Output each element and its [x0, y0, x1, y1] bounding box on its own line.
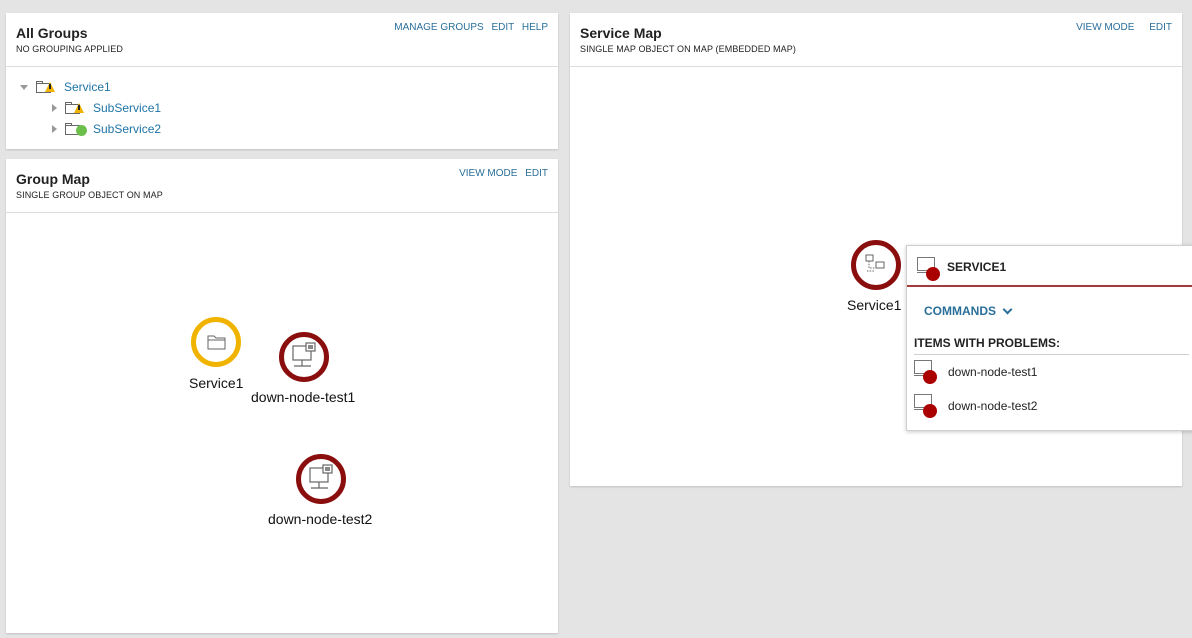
problem-item-label[interactable]: down-node-test1 [948, 365, 1037, 379]
commands-label[interactable]: COMMANDS [924, 304, 996, 318]
node-popup: SERVICE1 COMMANDS ITEMS WITH PROBLEMS: d… [906, 245, 1192, 431]
node-down-icon [917, 257, 940, 281]
computer-node-icon [309, 464, 333, 489]
popup-header: SERVICE1 [907, 246, 1192, 287]
widget-subtitle: SINGLE GROUP OBJECT ON MAP [16, 190, 163, 200]
folder-warning-icon [65, 102, 84, 114]
tree-item-label[interactable]: SubService2 [93, 122, 161, 136]
map-node-service1[interactable] [191, 317, 241, 367]
problem-item[interactable]: down-node-test2 [914, 394, 1037, 418]
problem-item-label[interactable]: down-node-test2 [948, 399, 1037, 413]
map-node-down-node-test2[interactable] [296, 454, 346, 504]
widget-links: MANAGE GROUPS EDIT HELP [389, 22, 548, 33]
node-down-icon [914, 360, 937, 384]
widget-header: Service Map SINGLE MAP OBJECT ON MAP (EM… [570, 13, 1182, 67]
map-node-label: Service1 [847, 297, 902, 313]
map-node-label: Service1 [189, 375, 244, 391]
node-down-icon [914, 394, 937, 418]
edit-link[interactable]: EDIT [491, 22, 514, 33]
edit-link[interactable]: EDIT [525, 168, 548, 179]
widget-subtitle: SINGLE MAP OBJECT ON MAP (EMBEDDED MAP) [580, 44, 796, 54]
tree-item-label[interactable]: Service1 [64, 80, 111, 94]
widget-links: VIEW MODE EDIT [1071, 22, 1172, 33]
help-link[interactable]: HELP [522, 22, 548, 33]
view-mode-link[interactable]: VIEW MODE [459, 168, 517, 179]
map-node-label: down-node-test2 [268, 511, 373, 527]
widget-header: All Groups NO GROUPING APPLIED MANAGE GR… [6, 13, 558, 67]
divider [914, 354, 1189, 355]
folder-warning-icon [36, 81, 55, 93]
tree-item-subservice2[interactable]: SubService2 [52, 121, 161, 137]
tree-item-label[interactable]: SubService1 [93, 101, 161, 115]
folder-icon [207, 335, 226, 350]
tree-item-subservice1[interactable]: SubService1 [52, 100, 161, 116]
widget-links: VIEW MODE EDIT [454, 168, 548, 179]
collapse-icon[interactable] [52, 104, 57, 112]
map-node-service1[interactable] [851, 240, 901, 290]
manage-groups-link[interactable]: MANAGE GROUPS [394, 22, 483, 33]
all-groups-widget: All Groups NO GROUPING APPLIED MANAGE GR… [6, 13, 558, 149]
commands-dropdown[interactable]: COMMANDS [924, 304, 1013, 318]
map-node-down-node-test1[interactable] [279, 332, 329, 382]
view-mode-link[interactable]: VIEW MODE [1076, 22, 1134, 33]
widget-header: Group Map SINGLE GROUP OBJECT ON MAP VIE… [6, 159, 558, 213]
group-map-widget: Group Map SINGLE GROUP OBJECT ON MAP VIE… [6, 159, 558, 633]
popup-title: SERVICE1 [947, 260, 1007, 274]
problem-item[interactable]: down-node-test1 [914, 360, 1037, 384]
tree-item-service1[interactable]: Service1 [20, 79, 111, 95]
map-node-label: down-node-test1 [251, 389, 356, 405]
chevron-down-icon[interactable] [1002, 304, 1013, 314]
problems-header: ITEMS WITH PROBLEMS: [914, 336, 1060, 350]
computer-node-icon [292, 342, 316, 367]
edit-link[interactable]: EDIT [1149, 22, 1172, 33]
folder-up-icon [65, 123, 87, 136]
network-map-icon [865, 254, 885, 272]
expand-icon[interactable] [20, 84, 28, 90]
widget-subtitle: NO GROUPING APPLIED [16, 44, 123, 54]
collapse-icon[interactable] [52, 125, 57, 133]
